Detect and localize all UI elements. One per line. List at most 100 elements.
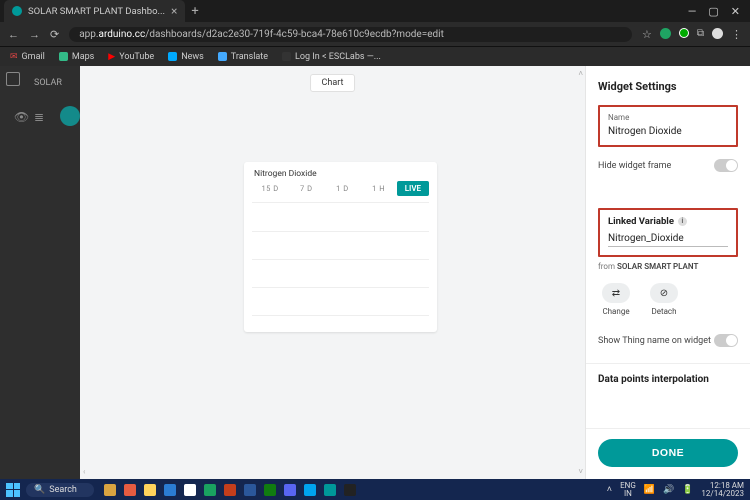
range-live[interactable]: LIVE (397, 181, 429, 196)
back-button[interactable]: ← (8, 28, 19, 41)
star-icon[interactable]: ☆ (642, 28, 652, 41)
show-thing-label: Show Thing name on widget (598, 336, 711, 346)
taskbar-pinned (104, 484, 356, 496)
linked-variable-value[interactable]: Nitrogen_Dioxide (608, 233, 728, 247)
extension-icon-2[interactable] (679, 28, 689, 38)
maximize-icon[interactable]: ▢ (708, 5, 718, 18)
tab-title: SOLAR SMART PLANT Dashbo... (28, 6, 165, 17)
taskbar-app-icon[interactable] (104, 484, 116, 496)
app-viewport: SOLAR 👁 ≣ ˄ Chart Nitrogen Dioxide 15 D … (0, 66, 750, 479)
tray-chevron-icon[interactable]: ˄ (607, 484, 612, 495)
chevron-down-icon[interactable]: ˅ (578, 467, 583, 476)
bookmark-maps[interactable]: Maps (59, 52, 94, 62)
panel-toggle-icon[interactable] (6, 72, 20, 86)
change-button[interactable]: ⇄ (602, 283, 630, 303)
dashboard-name-truncated: SOLAR (34, 78, 62, 88)
name-field-highlight: Name Nitrogen Dioxide (598, 105, 738, 147)
taskbar-folder-icon[interactable] (144, 484, 156, 496)
avatar[interactable] (60, 106, 80, 126)
browser-tab[interactable]: SOLAR SMART PLANT Dashbo... × (4, 0, 185, 22)
arduino-icon (12, 6, 22, 16)
chart-widget[interactable]: Nitrogen Dioxide 15 D 7 D 1 D 1 H LIVE (244, 162, 437, 332)
bookmark-label: Gmail (22, 52, 45, 62)
list-icon[interactable]: ≣ (34, 110, 44, 124)
bookmark-esclabs[interactable]: Log In < ESCLabs —... (282, 52, 381, 62)
chevron-left-icon[interactable]: ‹ (83, 467, 85, 476)
name-label: Name (608, 113, 728, 122)
taskbar-word-icon[interactable] (244, 484, 256, 496)
taskbar-chrome-icon[interactable] (184, 484, 196, 496)
more-icon[interactable]: ⋮ (731, 28, 742, 41)
taskbar-arduino-icon[interactable] (324, 484, 336, 496)
url-domain: arduino.cc (99, 29, 146, 40)
eye-icon[interactable]: 👁 (14, 110, 29, 124)
bookmark-label: News (181, 52, 204, 62)
taskbar-clock[interactable]: 12:18 AM 12/14/2023 (701, 482, 744, 498)
reload-button[interactable]: ⟳ (50, 28, 59, 41)
tray-region: IN (624, 489, 632, 498)
new-tab-button[interactable]: + (191, 4, 198, 19)
close-icon[interactable]: × (171, 4, 177, 18)
windows-taskbar: 🔍 Search ˄ ENG IN 📶 🔊 🔋 12:18 AM 12/14/2… (0, 479, 750, 500)
start-button[interactable] (6, 483, 20, 497)
bookmark-label: Translate (231, 52, 268, 62)
bookmark-label: YouTube (119, 52, 154, 62)
profile-icon[interactable] (712, 28, 723, 39)
widget-title: Nitrogen Dioxide (244, 162, 437, 181)
url-input[interactable]: app.arduino.cc/dashboards/d2ac2e30-719f-… (69, 27, 632, 42)
change-label: Change (602, 307, 629, 316)
bookmarks-bar: ✉Gmail Maps ▶YouTube News Translate Log … (0, 46, 750, 66)
range-15d[interactable]: 15 D (252, 181, 288, 196)
bookmark-translate[interactable]: Translate (218, 52, 268, 62)
search-placeholder: Search (49, 485, 77, 495)
taskbar-xbox-icon[interactable] (264, 484, 276, 496)
range-1d[interactable]: 1 D (324, 181, 360, 196)
bookmark-label: Log In < ESCLabs —... (295, 52, 381, 62)
bookmark-gmail[interactable]: ✉Gmail (10, 52, 45, 62)
time-range-row: 15 D 7 D 1 D 1 H LIVE (244, 181, 437, 202)
name-input[interactable]: Nitrogen Dioxide (608, 126, 728, 137)
hide-frame-toggle[interactable] (714, 159, 738, 172)
extension-icon[interactable] (660, 28, 671, 39)
left-sidebar-dimmed: SOLAR 👁 ≣ (0, 66, 80, 479)
chevron-up-icon[interactable]: ˄ (578, 69, 583, 78)
widget-settings-panel: Widget Settings Name Nitrogen Dioxide Hi… (585, 66, 750, 479)
taskbar-excel-icon[interactable] (204, 484, 216, 496)
detach-label: Detach (651, 307, 676, 316)
taskbar-search[interactable]: 🔍 Search (26, 483, 94, 497)
wifi-icon[interactable]: 📶 (644, 485, 655, 495)
linked-variable-highlight: Linked Variable i Nitrogen_Dioxide (598, 208, 738, 257)
detach-button[interactable]: ⊘ (650, 283, 678, 303)
range-7d[interactable]: 7 D (288, 181, 324, 196)
widget-type-chip[interactable]: Chart (310, 74, 356, 92)
taskbar-edge-icon[interactable] (164, 484, 176, 496)
interpolation-heading: Data points interpolation (598, 374, 738, 385)
hide-frame-label: Hide widget frame (598, 161, 671, 171)
bookmark-news[interactable]: News (168, 52, 204, 62)
bookmark-youtube[interactable]: ▶YouTube (108, 52, 154, 62)
show-thing-toggle[interactable] (714, 334, 738, 347)
bookmark-label: Maps (72, 52, 94, 62)
cast-icon[interactable]: ⧉ (697, 28, 704, 41)
forward-button[interactable]: → (29, 28, 40, 41)
taskbar-terminal-icon[interactable] (344, 484, 356, 496)
system-tray: ˄ ENG IN 📶 🔊 🔋 12:18 AM 12/14/2023 (607, 482, 744, 498)
volume-icon[interactable]: 🔊 (663, 485, 674, 495)
dashboard-canvas: ˄ Chart Nitrogen Dioxide 15 D 7 D 1 D 1 … (80, 66, 585, 479)
battery-icon[interactable]: 🔋 (682, 485, 693, 495)
range-1h[interactable]: 1 H (361, 181, 397, 196)
chart-plot-area (252, 202, 429, 320)
taskbar-ppt-icon[interactable] (224, 484, 236, 496)
taskbar-app-icon[interactable] (124, 484, 136, 496)
search-icon: 🔍 (34, 485, 45, 495)
taskbar-app-icon[interactable] (304, 484, 316, 496)
url-prefix: app. (79, 29, 98, 40)
window-close-icon[interactable]: ✕ (731, 5, 740, 18)
done-button[interactable]: DONE (598, 439, 738, 467)
browser-addressbar: ← → ⟳ app.arduino.cc/dashboards/d2ac2e30… (0, 22, 750, 46)
minimize-icon[interactable]: — (688, 5, 697, 18)
linked-variable-label: Linked Variable (608, 216, 674, 227)
info-icon[interactable]: i (678, 217, 687, 226)
settings-title: Widget Settings (598, 80, 738, 93)
taskbar-discord-icon[interactable] (284, 484, 296, 496)
